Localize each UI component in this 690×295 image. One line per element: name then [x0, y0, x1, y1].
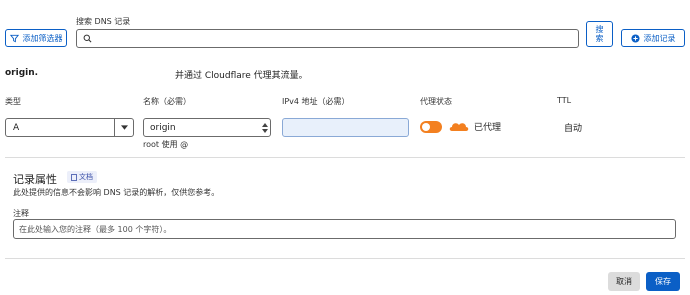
- save-label: 保存: [655, 277, 671, 286]
- proxy-note: 并通过 Cloudflare 代理其流量。: [175, 71, 308, 81]
- search-button[interactable]: 搜索: [586, 21, 613, 47]
- name-value: origin: [150, 122, 176, 133]
- cancel-label: 取消: [616, 277, 632, 286]
- proxy-status-label: 代理状态: [420, 97, 452, 106]
- ttl-value: 自动: [564, 124, 583, 134]
- proxy-toggle[interactable]: [420, 121, 442, 133]
- attributes-title: 记录属性: [13, 173, 57, 186]
- document-icon: [71, 173, 77, 181]
- comment-placeholder: 在此处输入您的注释（最多 100 个字符）。: [19, 224, 172, 234]
- name-hint: root 使用 @: [143, 140, 189, 149]
- type-select[interactable]: A: [5, 118, 134, 137]
- search-icon: [83, 34, 92, 43]
- cancel-button[interactable]: 取消: [608, 272, 640, 291]
- ipv4-label: IPv4 地址（必需）: [282, 97, 350, 106]
- search-button-label: 搜索: [595, 25, 604, 43]
- name-label: 名称（必需）: [143, 97, 191, 106]
- search-input[interactable]: [76, 29, 579, 48]
- type-value: A: [13, 122, 20, 133]
- plus-circle-icon: [630, 33, 640, 43]
- attributes-description: 此处提供的信息不会影响 DNS 记录的解析，仅供您参考。: [13, 188, 220, 197]
- docs-link[interactable]: 文档: [67, 171, 97, 183]
- proxy-toggle-knob: [422, 123, 430, 131]
- comment-label: 注释: [13, 209, 29, 218]
- type-label: 类型: [5, 97, 21, 106]
- add-record-button[interactable]: 添加记录: [621, 29, 685, 47]
- add-record-label: 添加记录: [643, 33, 676, 43]
- chevron-down-icon[interactable]: [114, 119, 133, 136]
- section-divider: [5, 157, 685, 158]
- ipv4-input[interactable]: [282, 118, 409, 137]
- cloud-icon: [449, 121, 469, 132]
- search-label: 搜索 DNS 记录: [76, 17, 131, 26]
- add-filter-button[interactable]: 添加筛选器: [5, 29, 67, 47]
- name-input[interactable]: origin: [143, 118, 271, 137]
- footer-divider: [5, 258, 685, 259]
- add-filter-label: 添加筛选器: [22, 33, 63, 43]
- proxy-status-text: 已代理: [474, 123, 502, 133]
- docs-label: 文档: [79, 173, 93, 181]
- ttl-label: TTL: [557, 96, 572, 105]
- save-button[interactable]: 保存: [646, 272, 680, 291]
- stepper-icon[interactable]: [260, 122, 270, 133]
- filter-icon: [9, 34, 19, 43]
- zone-name: origin.: [5, 68, 39, 78]
- comment-input[interactable]: 在此处输入您的注释（最多 100 个字符）。: [13, 219, 676, 239]
